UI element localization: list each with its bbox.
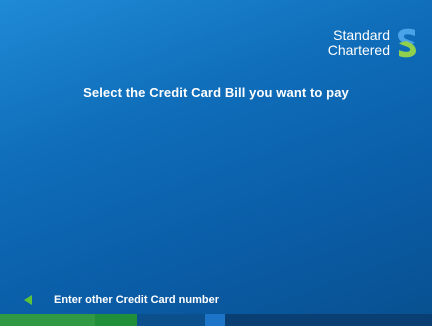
left-arrow-icon [24,295,32,305]
bottom-bar-segment [205,314,225,326]
screen-prompt: Select the Credit Card Bill you want to … [83,85,349,100]
bottom-bar-segment [0,314,95,326]
bottom-bar-segment [95,314,137,326]
brand-header: Standard Chartered [328,26,418,60]
brand-name-line2: Chartered [327,42,390,58]
bottom-bar-segment [137,314,205,326]
bottom-bar-segment [225,314,432,326]
standard-chartered-logo-icon [398,28,416,58]
enter-other-card-label: Enter other Credit Card number [54,294,220,306]
atm-screen: Standard Chartered Select the Credit Car… [0,0,432,326]
brand-name-line1: Standard [333,27,390,43]
bottom-color-bar [0,314,432,326]
brand-name: Standard Chartered [328,28,390,58]
enter-other-card-option[interactable]: Enter other Credit Card number [24,294,219,306]
